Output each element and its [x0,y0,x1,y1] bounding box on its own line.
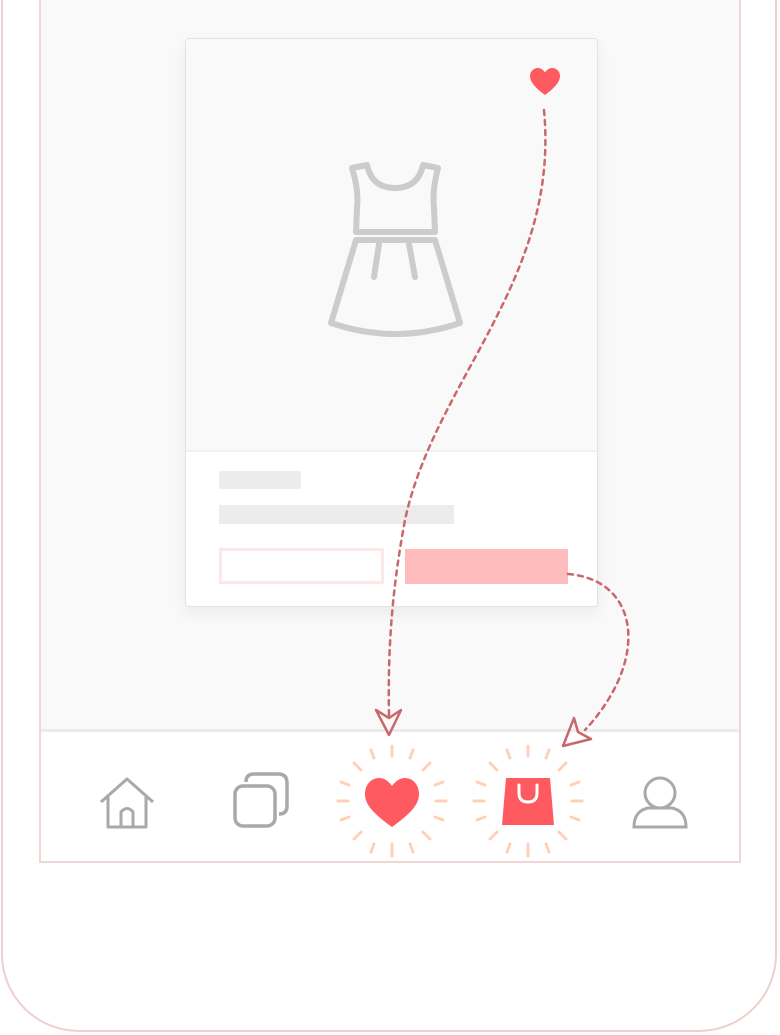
product-description-placeholder [219,505,454,524]
stacked-squares-icon[interactable] [230,770,294,832]
secondary-button[interactable] [219,548,384,584]
shopping-bag-icon[interactable] [468,740,588,862]
home-icon[interactable] [98,774,156,830]
add-to-bag-button[interactable] [405,549,568,584]
user-icon[interactable] [630,774,690,830]
favorites-tab-heart-icon[interactable] [332,740,452,862]
card-favorite-heart-icon[interactable] [528,66,562,98]
dress-icon [328,162,463,337]
product-title-placeholder [219,471,301,489]
